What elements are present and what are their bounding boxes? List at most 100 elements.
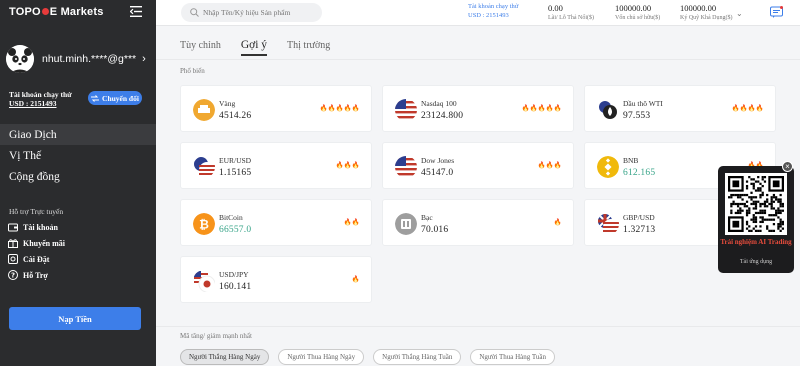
chevron-down-icon[interactable]: ⌄ [736,9,743,18]
equity: 100000.00 Vốn chủ sở hữu($) [615,3,660,21]
gift-icon [8,239,18,248]
nav-item-community[interactable]: Cộng đồng [0,166,156,187]
eur-usd-flag-icon [194,157,215,178]
instrument-price: 4514.26 [219,111,252,121]
floating-pnl: 0.00 Lãi/ Lỗ Thả Nổi($) [548,3,594,21]
search-icon [190,8,199,17]
instrument-card[interactable]: Dow Jones 45147.0 🔥🔥🔥 [382,142,574,189]
instrument-card[interactable]: Nasdaq 100 23124.800 🔥🔥🔥🔥🔥 [382,85,574,132]
message-icon[interactable] [770,6,783,18]
oil-drop-icon [597,99,619,121]
filter-weekly-winners[interactable]: Người Thắng Hàng Tuần [373,349,462,365]
deposit-button[interactable]: Nạp Tiền [9,307,141,330]
nav-item-trading[interactable]: Giao Dịch [0,124,156,145]
instrument-price: 97.553 [623,111,651,121]
gold-bar-icon [193,99,215,121]
account-type-label: Tài khoản chạy thử [9,90,72,99]
search-bar[interactable] [181,3,322,22]
popularity-fire-icons: 🔥🔥 [343,219,360,226]
support-nav: Tài khoản Khuyến mãi Cài Đặt ? Hỗ Trợ [8,219,148,283]
nav-item-positions[interactable]: Vị Thế [0,145,156,166]
instrument-price: 160.141 [219,282,252,292]
instrument-price: 66557.0 [219,225,252,235]
qr-popup-subtitle: Tải ứng dụng [739,259,773,265]
instrument-price: 1.32713 [623,225,656,235]
sub-nav-promotions-label: Khuyến mãi [23,238,66,248]
popularity-fire-icons: 🔥🔥🔥 [537,162,562,169]
wallet-icon [8,223,18,232]
svg-text:₿: ₿ [199,218,209,232]
filter-weekly-losers[interactable]: Người Thua Hàng Tuần [470,349,556,365]
switch-account-label: Chuyển đổi [102,93,139,103]
instrument-price: 45147.0 [421,168,454,178]
divider [156,326,800,327]
usd-jpy-flag-icon [194,271,215,292]
top-header: Tài khoản chạy thử USD : 2151493 0.00 Lã… [156,0,800,26]
instrument-name: Nasdaq 100 [421,99,457,108]
instrument-card[interactable]: EUR/USD 1.15165 🔥🔥🔥 [180,142,372,189]
sub-nav-promotions[interactable]: Khuyến mãi [8,235,148,251]
instrument-price: 23124.800 [421,111,464,121]
instrument-card[interactable]: Vàng 4514.26 🔥🔥🔥🔥🔥 [180,85,372,132]
search-input[interactable] [203,8,318,17]
header-account-id: USD : 2151493 [468,12,509,19]
bnb-icon [597,156,619,178]
instrument-name: BitCoin [219,213,243,222]
svg-text:?: ? [11,272,15,280]
header-account-type: Tài khoản chạy thử [468,3,519,10]
support-section-label: Hỗ trợ Trực tuyến [9,207,64,216]
market-tabs: Tùy chỉnh Gợi ý Thị trường [180,39,330,56]
popularity-fire-icons: 🔥 [553,219,562,226]
popularity-fire-icons: 🔥🔥🔥 [335,162,360,169]
close-icon[interactable]: × [782,161,793,172]
tab-market[interactable]: Thị trường [287,40,330,56]
settings-icon [8,254,18,264]
filter-daily-winners[interactable]: Người Thắng Hàng Ngày [180,349,270,365]
sub-nav-help[interactable]: ? Hỗ Trợ [8,267,148,283]
popular-section-label: Phổ biến [180,67,205,75]
tab-custom[interactable]: Tùy chỉnh [180,40,221,56]
top-movers-label: Mã tăng/ giảm mạnh nhất [180,332,252,340]
popularity-fire-icons: 🔥🔥🔥🔥 [731,105,764,112]
chevron-right-icon: › [142,53,146,65]
instrument-card[interactable]: ₿ BitCoin 66557.0 🔥🔥 [180,199,372,246]
tab-suggested[interactable]: Gợi ý [240,39,268,56]
qr-popup-title: Trải nghiệm AI Trading [720,238,792,246]
instrument-card[interactable]: Dầu thô WTI 97.553 🔥🔥🔥🔥 [584,85,776,132]
switch-account-button[interactable]: Chuyển đổi [88,91,142,105]
instrument-name: Vàng [219,99,236,108]
collapse-menu-icon[interactable] [130,6,142,17]
popularity-fire-icons: 🔥 [351,276,360,283]
sub-nav-account[interactable]: Tài khoản [8,219,148,235]
instrument-card[interactable]: USD/JPY 160.141 🔥 [180,256,372,303]
movers-filter-row: Người Thắng Hàng Ngày Người Thua Hàng Ng… [180,349,556,365]
floating-pnl-value: 0.00 [548,3,563,13]
main-nav: Giao Dịch Vị Thế Cộng đồng [0,124,156,187]
instrument-card[interactable]: Bạc 70.016 🔥 [382,199,574,246]
avatar [6,45,34,73]
sub-nav-settings[interactable]: Cài Đặt [8,251,148,267]
bitcoin-icon: ₿ [193,213,215,235]
qr-code [725,173,787,235]
gbp-usd-flag-icon [598,214,619,235]
sub-nav-settings-label: Cài Đặt [23,254,50,264]
logo[interactable]: TOPO E Markets [9,6,104,18]
floating-pnl-label: Lãi/ Lỗ Thả Nổi($) [548,15,595,21]
free-margin-value: 100000.00 [680,3,717,13]
popularity-fire-icons: 🔥🔥🔥🔥🔥 [319,105,360,112]
instrument-price: 612.165 [623,168,656,178]
user-profile[interactable]: nhut.minh.****@g*** › [6,44,152,74]
sidebar: TOPO E Markets nhut.minh.****@g*** › Tài … [0,0,156,366]
equity-label: Vốn chủ sở hữu($) [615,15,661,21]
instrument-name: EUR/USD [219,156,252,165]
silver-bar-icon [395,213,417,235]
equity-value: 100000.00 [615,3,652,13]
instrument-name: GBP/USD [623,213,655,222]
sub-nav-account-label: Tài khoản [23,222,58,232]
filter-daily-losers[interactable]: Người Thua Hàng Ngày [278,349,365,365]
instrument-price: 70.016 [421,225,449,235]
header-account-info[interactable]: Tài khoản chạy thử USD : 2151493 [468,3,518,19]
app-download-popup[interactable]: Trải nghiệm AI Trading Tải ứng dụng [718,166,794,273]
us-flag-icon [395,156,417,178]
instrument-grid: Vàng 4514.26 🔥🔥🔥🔥🔥 Nasdaq 100 23124.800 … [180,85,777,303]
